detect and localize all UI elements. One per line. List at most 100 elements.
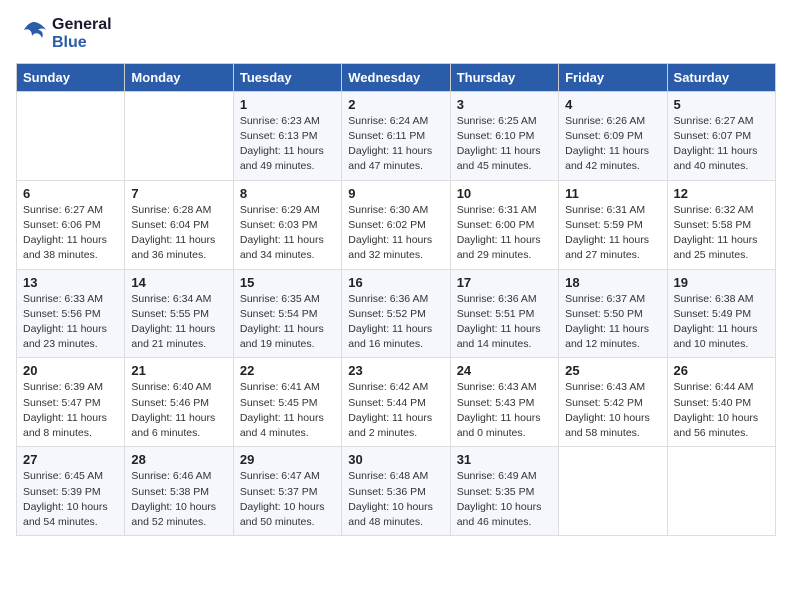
cell-content: Sunrise: 6:39 AM Sunset: 5:47 PM Dayligh… [23, 380, 118, 441]
calendar-cell: 17Sunrise: 6:36 AM Sunset: 5:51 PM Dayli… [450, 269, 558, 358]
day-number: 13 [23, 275, 118, 290]
day-number: 14 [131, 275, 226, 290]
cell-content: Sunrise: 6:35 AM Sunset: 5:54 PM Dayligh… [240, 292, 335, 353]
calendar-cell: 31 Sunrise: 6:49 AM Sunset: 5:35 PM Dayli… [450, 447, 558, 536]
cell-content: Sunrise: 6:34 AM Sunset: 5:55 PM Dayligh… [131, 292, 226, 353]
day-number: 7 [131, 186, 226, 201]
calendar-cell: 12 Sunrise: 6:32 AM Sunset: 5:58 PM Dayli… [667, 180, 775, 269]
day-number: 1 [240, 97, 335, 112]
calendar-cell: 18 Sunrise: 6:37 AM Sunset: 5:50 PM Dayli… [559, 269, 667, 358]
calendar-cell: 9 Sunrise: 6:30 AM Sunset: 6:02 PM Daylig… [342, 180, 450, 269]
calendar-cell: 1 Sunrise: 6:23 AM Sunset: 6:13 PM Daylig… [233, 91, 341, 180]
day-number: 24 [457, 363, 552, 378]
calendar-cell: 23 Sunrise: 6:42 AM Sunset: 5:44 PM Dayli… [342, 358, 450, 447]
day-number: 23 [348, 363, 443, 378]
day-number: 2 [348, 97, 443, 112]
cell-content: Sunrise: 6:46 AM Sunset: 5:38 PM Dayligh… [131, 469, 226, 530]
calendar-cell [559, 447, 667, 536]
day-number: 8 [240, 186, 335, 201]
day-number: 28 [131, 452, 226, 467]
day-number: 4 [565, 97, 660, 112]
day-number: 29 [240, 452, 335, 467]
day-number: 27 [23, 452, 118, 467]
cell-content: Sunrise: 6:36 AM Sunset: 5:51 PM Dayligh… [457, 292, 552, 353]
cell-content: Sunrise: 6:37 AM Sunset: 5:50 PM Dayligh… [565, 292, 660, 353]
day-number: 18 [565, 275, 660, 290]
logo-bird-icon [16, 18, 48, 50]
calendar-cell: 28 Sunrise: 6:46 AM Sunset: 5:38 PM Dayli… [125, 447, 233, 536]
page-header: General Blue [16, 16, 776, 53]
cell-content: Sunrise: 6:38 AM Sunset: 5:49 PM Dayligh… [674, 292, 769, 353]
weekday-header: Sunday [17, 63, 125, 91]
day-number: 6 [23, 186, 118, 201]
cell-content: Sunrise: 6:32 AM Sunset: 5:58 PM Dayligh… [674, 203, 769, 264]
cell-content: Sunrise: 6:48 AM Sunset: 5:36 PM Dayligh… [348, 469, 443, 530]
logo-general-text: General [52, 16, 112, 34]
calendar-cell: 21Sunrise: 6:40 AM Sunset: 5:46 PM Dayli… [125, 358, 233, 447]
weekday-header: Saturday [667, 63, 775, 91]
calendar-week-row: 1 Sunrise: 6:23 AM Sunset: 6:13 PM Daylig… [17, 91, 776, 180]
day-number: 3 [457, 97, 552, 112]
day-number: 15 [240, 275, 335, 290]
calendar-cell: 29Sunrise: 6:47 AM Sunset: 5:37 PM Dayli… [233, 447, 341, 536]
calendar-cell: 5 Sunrise: 6:27 AM Sunset: 6:07 PM Daylig… [667, 91, 775, 180]
calendar-cell: 26 Sunrise: 6:44 AM Sunset: 5:40 PM Dayli… [667, 358, 775, 447]
cell-content: Sunrise: 6:33 AM Sunset: 5:56 PM Dayligh… [23, 292, 118, 353]
calendar-week-row: 13 Sunrise: 6:33 AM Sunset: 5:56 PM Dayli… [17, 269, 776, 358]
calendar-cell: 6 Sunrise: 6:27 AM Sunset: 6:06 PM Daylig… [17, 180, 125, 269]
weekday-header: Tuesday [233, 63, 341, 91]
weekday-header: Monday [125, 63, 233, 91]
calendar-week-row: 27 Sunrise: 6:45 AM Sunset: 5:39 PM Dayli… [17, 447, 776, 536]
cell-content: Sunrise: 6:49 AM Sunset: 5:35 PM Dayligh… [457, 469, 552, 530]
day-number: 12 [674, 186, 769, 201]
cell-content: Sunrise: 6:26 AM Sunset: 6:09 PM Dayligh… [565, 114, 660, 175]
cell-content: Sunrise: 6:43 AM Sunset: 5:42 PM Dayligh… [565, 380, 660, 441]
cell-content: Sunrise: 6:28 AM Sunset: 6:04 PM Dayligh… [131, 203, 226, 264]
cell-content: Sunrise: 6:30 AM Sunset: 6:02 PM Dayligh… [348, 203, 443, 264]
calendar-cell: 8 Sunrise: 6:29 AM Sunset: 6:03 PM Daylig… [233, 180, 341, 269]
day-number: 11 [565, 186, 660, 201]
calendar-cell: 7 Sunrise: 6:28 AM Sunset: 6:04 PM Daylig… [125, 180, 233, 269]
calendar-table: SundayMondayTuesdayWednesdayThursdayFrid… [16, 63, 776, 536]
day-number: 19 [674, 275, 769, 290]
cell-content: Sunrise: 6:27 AM Sunset: 6:07 PM Dayligh… [674, 114, 769, 175]
calendar-cell: 16Sunrise: 6:36 AM Sunset: 5:52 PM Dayli… [342, 269, 450, 358]
cell-content: Sunrise: 6:44 AM Sunset: 5:40 PM Dayligh… [674, 380, 769, 441]
day-number: 21 [131, 363, 226, 378]
calendar-week-row: 6 Sunrise: 6:27 AM Sunset: 6:06 PM Daylig… [17, 180, 776, 269]
logo-blue-text: Blue [52, 34, 112, 52]
cell-content: Sunrise: 6:25 AM Sunset: 6:10 PM Dayligh… [457, 114, 552, 175]
logo: General Blue [16, 16, 112, 53]
cell-content: Sunrise: 6:42 AM Sunset: 5:44 PM Dayligh… [348, 380, 443, 441]
day-number: 31 [457, 452, 552, 467]
calendar-cell [667, 447, 775, 536]
header-row: SundayMondayTuesdayWednesdayThursdayFrid… [17, 63, 776, 91]
calendar-cell: 27 Sunrise: 6:45 AM Sunset: 5:39 PM Dayli… [17, 447, 125, 536]
cell-content: Sunrise: 6:24 AM Sunset: 6:11 PM Dayligh… [348, 114, 443, 175]
day-number: 22 [240, 363, 335, 378]
calendar-cell: 15 Sunrise: 6:35 AM Sunset: 5:54 PM Dayli… [233, 269, 341, 358]
day-number: 5 [674, 97, 769, 112]
day-number: 30 [348, 452, 443, 467]
calendar-cell: 30 Sunrise: 6:48 AM Sunset: 5:36 PM Dayli… [342, 447, 450, 536]
calendar-cell: 13 Sunrise: 6:33 AM Sunset: 5:56 PM Dayli… [17, 269, 125, 358]
calendar-cell: 14 Sunrise: 6:34 AM Sunset: 5:55 PM Dayli… [125, 269, 233, 358]
calendar-cell: 10Sunrise: 6:31 AM Sunset: 6:00 PM Dayli… [450, 180, 558, 269]
weekday-header: Thursday [450, 63, 558, 91]
day-number: 9 [348, 186, 443, 201]
calendar-cell: 3 Sunrise: 6:25 AM Sunset: 6:10 PM Daylig… [450, 91, 558, 180]
cell-content: Sunrise: 6:23 AM Sunset: 6:13 PM Dayligh… [240, 114, 335, 175]
calendar-cell: 4 Sunrise: 6:26 AM Sunset: 6:09 PM Daylig… [559, 91, 667, 180]
cell-content: Sunrise: 6:45 AM Sunset: 5:39 PM Dayligh… [23, 469, 118, 530]
calendar-cell [125, 91, 233, 180]
calendar-cell: 22Sunrise: 6:41 AM Sunset: 5:45 PM Dayli… [233, 358, 341, 447]
cell-content: Sunrise: 6:27 AM Sunset: 6:06 PM Dayligh… [23, 203, 118, 264]
calendar-cell: 2 Sunrise: 6:24 AM Sunset: 6:11 PM Daylig… [342, 91, 450, 180]
calendar-week-row: 20Sunrise: 6:39 AM Sunset: 5:47 PM Dayli… [17, 358, 776, 447]
cell-content: Sunrise: 6:29 AM Sunset: 6:03 PM Dayligh… [240, 203, 335, 264]
day-number: 26 [674, 363, 769, 378]
cell-content: Sunrise: 6:31 AM Sunset: 5:59 PM Dayligh… [565, 203, 660, 264]
calendar-cell [17, 91, 125, 180]
calendar-cell: 19 Sunrise: 6:38 AM Sunset: 5:49 PM Dayli… [667, 269, 775, 358]
day-number: 10 [457, 186, 552, 201]
